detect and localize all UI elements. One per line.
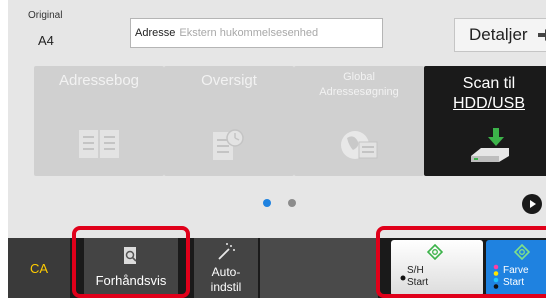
play-right-icon	[530, 200, 536, 208]
details-button[interactable]: Detaljer	[454, 18, 546, 52]
tile-global-address-search[interactable]: Global Adressesøgning	[294, 66, 424, 176]
top-bar: Original A4 Adresse Ekstern hukommelsese…	[8, 0, 546, 56]
tile-label-line1: Scan til	[462, 75, 516, 92]
highlight-preview	[72, 226, 190, 298]
address-field[interactable]: Adresse Ekstern hukommelsesenhed	[130, 18, 383, 48]
global-address-icon	[341, 131, 378, 159]
address-book-icon	[79, 130, 119, 158]
arrow-right-icon	[537, 29, 546, 41]
ca-label: CA	[29, 260, 49, 276]
details-label: Detaljer	[469, 25, 528, 44]
magic-wand-icon	[218, 243, 235, 260]
tile-label-line2: Adressesøgning	[319, 86, 399, 98]
usb-drive-icon	[471, 128, 509, 162]
tile-label: Adressebog	[58, 72, 140, 89]
tile-label-line1: Global	[343, 71, 375, 83]
highlight-start-buttons	[376, 226, 546, 298]
auto-set-label-line1: Auto-	[211, 265, 241, 279]
tile-history[interactable]: Oversigt	[164, 66, 294, 176]
address-label: Adresse	[135, 27, 176, 39]
tile-address-book[interactable]: Adressebog	[34, 66, 164, 176]
tile-scan-to-hdd-usb[interactable]: Scan til HDD/USB	[424, 66, 546, 176]
page-dot[interactable]	[288, 199, 296, 207]
tile-label: Global Adressesøgning	[294, 70, 424, 100]
ca-button[interactable]: CA	[8, 238, 70, 298]
original-label: Original	[28, 10, 63, 21]
auto-set-label: Auto- indstil	[194, 265, 258, 295]
next-page-button[interactable]	[522, 194, 542, 214]
empty-button-slot	[260, 238, 378, 298]
destination-tiles: Adressebog Oversigt Global Adressesøgnin…	[8, 56, 546, 238]
address-placeholder[interactable]: Ekstern hukommelsesenhed	[175, 27, 318, 39]
auto-set-label-line2: indstil	[210, 280, 242, 294]
history-icon	[213, 129, 244, 160]
original-size-value[interactable]: A4	[38, 33, 54, 48]
tile-label: Scan til HDD/USB	[424, 74, 546, 114]
scan-panel: Original A4 Adresse Ekstern hukommelsese…	[8, 0, 546, 298]
page-dot-active[interactable]	[263, 199, 271, 207]
auto-set-button[interactable]: Auto- indstil	[194, 238, 258, 298]
tile-label: Oversigt	[201, 72, 257, 89]
tile-label-line2: HDD/USB	[452, 95, 525, 112]
